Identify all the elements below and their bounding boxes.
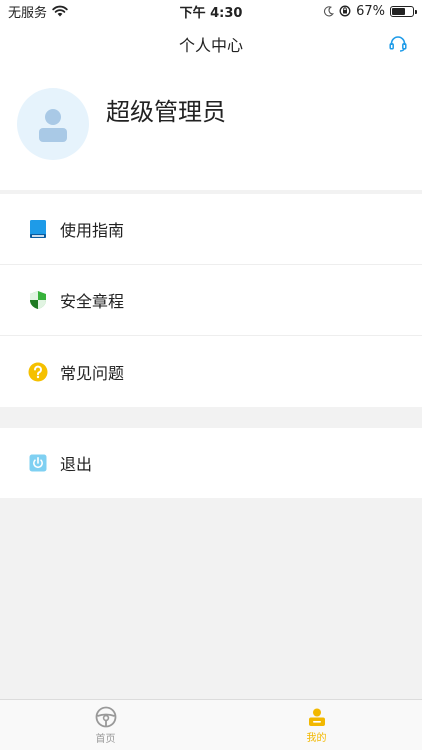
menu-item-faq[interactable]: 常见问题 bbox=[0, 336, 422, 407]
question-icon bbox=[28, 362, 48, 382]
status-bar: 无服务 下午 4:30 67% bbox=[0, 0, 422, 22]
logout-button[interactable]: 退出 bbox=[0, 428, 422, 498]
tab-bar: 首页 我的 bbox=[0, 699, 422, 750]
user-avatar-icon[interactable] bbox=[17, 88, 89, 160]
menu-list: 使用指南 安全章程 常见问题 bbox=[0, 194, 422, 407]
tab-label: 首页 bbox=[95, 733, 116, 745]
tab-label: 我的 bbox=[306, 732, 327, 744]
page-title: 个人中心 bbox=[178, 36, 243, 55]
moon-icon bbox=[324, 5, 335, 16]
menu-item-label: 安全章程 bbox=[60, 292, 125, 311]
battery-icon bbox=[390, 5, 417, 17]
headset-icon[interactable] bbox=[388, 34, 408, 54]
profile-card: 超级管理员 bbox=[0, 66, 422, 190]
tab-mine[interactable]: 我的 bbox=[211, 700, 422, 750]
steering-wheel-icon bbox=[95, 706, 116, 727]
power-icon bbox=[28, 453, 48, 473]
menu-item-guide[interactable]: 使用指南 bbox=[0, 194, 422, 265]
menu-item-safety[interactable]: 安全章程 bbox=[0, 265, 422, 336]
username: 超级管理员 bbox=[106, 98, 226, 126]
logout-label: 退出 bbox=[60, 455, 93, 474]
nav-bar: 个人中心 bbox=[0, 22, 422, 66]
user-badge-icon bbox=[308, 708, 325, 726]
menu-item-label: 常见问题 bbox=[60, 363, 125, 383]
battery-percent: 67% bbox=[356, 3, 385, 19]
logout-section: 退出 bbox=[0, 428, 422, 498]
menu-item-label: 使用指南 bbox=[60, 221, 125, 240]
tab-home[interactable]: 首页 bbox=[0, 700, 211, 750]
shield-icon bbox=[28, 290, 48, 310]
book-icon bbox=[28, 219, 48, 239]
orientation-lock-icon bbox=[339, 5, 351, 17]
